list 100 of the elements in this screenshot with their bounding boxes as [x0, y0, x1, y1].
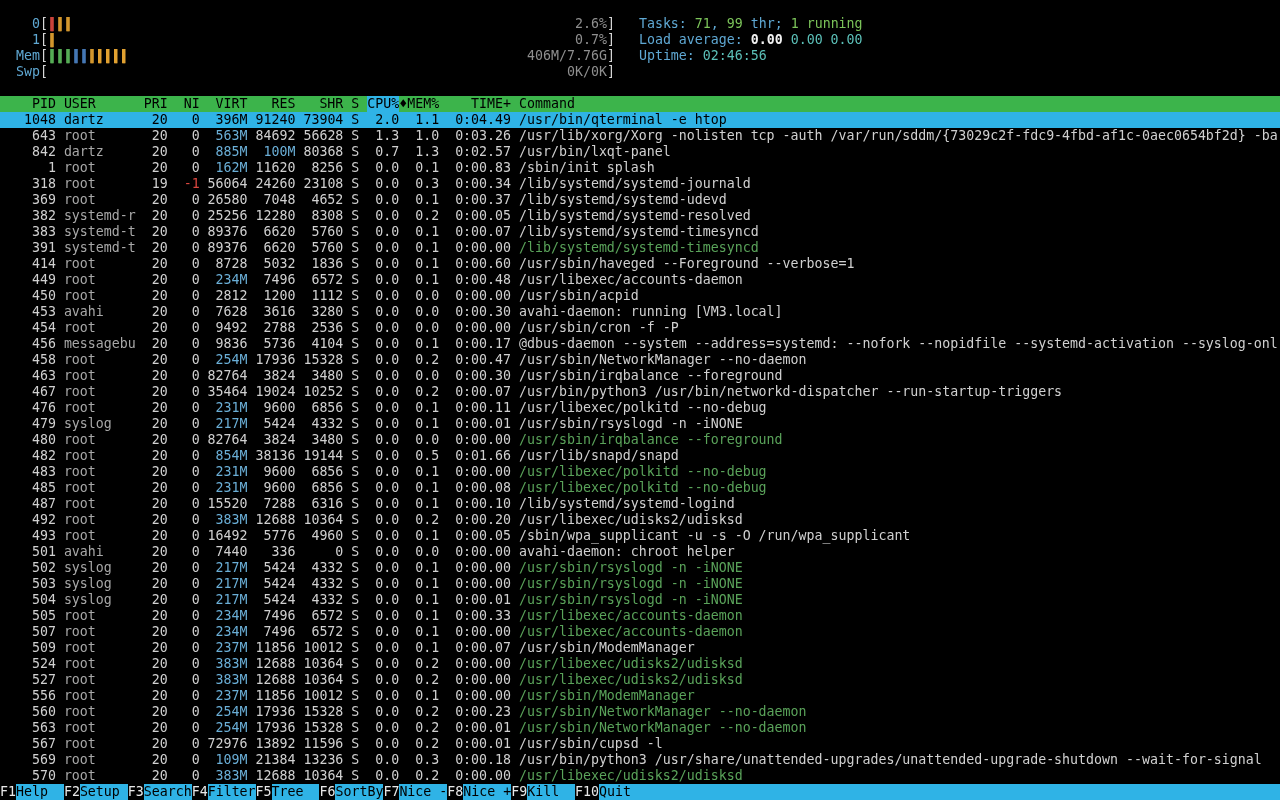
function-key[interactable]: F3Search — [127, 784, 192, 800]
column-header[interactable]: NI — [183, 96, 200, 112]
user-cell: systemd-t — [63, 240, 136, 256]
process-row[interactable]: 643 root 20 0 563M 84692 56628 S 1.3 1.0 0:03.26 /usr/lib/xorg/Xorg -nolisten tcp -auth /var/run/sddm/{73029c2f-fdc9-4fbd-af1c-0aec0654bf2d} -ba — [0, 128, 1280, 144]
function-key[interactable]: F4Filter — [191, 784, 256, 800]
process-row[interactable]: 454 root 20 0 9492 2788 2536 S 0.0 0.0 0:00.00 /usr/sbin/cron -f -P — [0, 320, 1280, 336]
virt-cell-text: 231M — [214, 400, 248, 416]
res-cell-text: 5424 — [262, 416, 296, 432]
column-header[interactable]: VIRT — [215, 96, 248, 112]
virt-cell-text: 383M — [214, 656, 248, 672]
process-row[interactable]: 507 root 20 0 234M 7496 6572 S 0.0 0.1 0:00.00 /usr/libexec/accounts-daemon — [0, 624, 1280, 640]
pid-cell-text: 458 — [30, 352, 56, 368]
process-row[interactable]: 449 root 20 0 234M 7496 6572 S 0.0 0.1 0:00.48 /usr/libexec/accounts-daemon — [0, 272, 1280, 288]
pri-cell-text: 20 — [150, 736, 168, 752]
process-row[interactable]: 570 root 20 0 383M 12688 10364 S 0.0 0.2 0:00.00 /usr/libexec/udisks2/udisksd — [0, 768, 1280, 784]
process-row[interactable]: 560 root 20 0 254M 17936 15328 S 0.0 0.2 0:00.23 /usr/sbin/NetworkManager --no-daemon — [0, 704, 1280, 720]
column-header[interactable]: PRI — [143, 96, 168, 112]
s-cell: S — [351, 720, 360, 736]
meter-value: 0K/0K — [567, 64, 607, 80]
process-row[interactable]: 502 syslog 20 0 217M 5424 4332 S 0.0 0.1 0:00.00 /usr/sbin/rsyslogd -n -iNONE — [0, 560, 1280, 576]
process-row[interactable]: 467 root 20 0 35464 19024 10252 S 0.0 0.2 0:00.07 /usr/bin/python3 /usr/bin/networkd-dispatcher --run-startup-triggers — [0, 384, 1280, 400]
s-cell: S — [351, 240, 360, 256]
s-cell: S — [351, 544, 360, 560]
process-row[interactable]: 476 root 20 0 231M 9600 6856 S 0.0 0.1 0:00.11 /usr/libexec/polkitd --no-debug — [0, 400, 1280, 416]
process-row[interactable]: 493 root 20 0 16492 5776 4960 S 0.0 0.1 0:00.05 /sbin/wpa_supplicant -u -s -O /run/wpa_supplicant — [0, 528, 1280, 544]
column-header[interactable]: MEM% — [407, 96, 440, 112]
function-key[interactable]: F5Tree — [255, 784, 320, 800]
process-row[interactable]: 483 root 20 0 231M 9600 6856 S 0.0 0.1 0:00.00 /usr/libexec/polkitd --no-debug — [0, 464, 1280, 480]
process-row[interactable]: 369 root 20 0 26580 7048 4652 S 0.0 0.1 0:00.37 /lib/systemd/systemd-udevd — [0, 192, 1280, 208]
process-row[interactable]: 567 root 20 0 72976 13892 11596 S 0.0 0.2 0:00.01 /usr/sbin/cupsd -l — [0, 736, 1280, 752]
mem-cell-text: 0.2 — [414, 512, 440, 528]
process-row[interactable]: 569 root 20 0 109M 21384 13236 S 0.0 0.3 0:00.18 /usr/bin/python3 /usr/share/unattended-upgrades/unattended-upgrade-shutdown --wait-for-signal — [0, 752, 1280, 768]
process-row[interactable]: 842 dartz 20 0 885M 100M 80368 S 0.7 1.3 0:02.57 /usr/bin/lxqt-panel — [0, 144, 1280, 160]
process-row[interactable]: 482 root 20 0 854M 38136 19144 S 0.0 0.5 0:01.66 /usr/lib/snapd/snapd — [0, 448, 1280, 464]
process-row[interactable]: 504 syslog 20 0 217M 5424 4332 S 0.0 0.1 0:00.01 /usr/sbin/rsyslogd -n -iNONE — [0, 592, 1280, 608]
virt-cell: 82764 — [207, 432, 248, 448]
process-row[interactable]: 453 avahi 20 0 7628 3616 3280 S 0.0 0.0 0:00.30 avahi-daemon: running [VM3.local] — [0, 304, 1280, 320]
process-row[interactable]: 456 messagebu 20 0 9836 5736 4104 S 0.0 0.1 0:00.17 @dbus-daemon --system --address=systemd: --nofork --nopidfile --systemd-activation --syslog-onl — [0, 336, 1280, 352]
mem-cell-text: 0.1 — [414, 240, 440, 256]
mem-cell-text: 0.1 — [414, 400, 440, 416]
column-header[interactable]: S — [351, 96, 360, 112]
command-cell: /usr/bin/python3 /usr/share/unattended-upgrades/unattended-upgrade-shutdown --wait-for-signal — [519, 752, 1262, 768]
process-row[interactable]: 556 root 20 0 237M 11856 10012 S 0.0 0.1 0:00.00 /usr/sbin/ModemManager — [0, 688, 1280, 704]
column-header[interactable]: CPU% — [367, 96, 400, 112]
time-cell-text: 0:00.17 — [454, 336, 512, 352]
process-row[interactable]: 382 systemd-r 20 0 25256 12280 8308 S 0.0 0.2 0:00.05 /lib/systemd/systemd-resolved — [0, 208, 1280, 224]
pid-cell-text: 476 — [30, 400, 56, 416]
process-row[interactable]: 450 root 20 0 2812 1200 1112 S 0.0 0.0 0:00.00 /usr/sbin/acpid — [0, 288, 1280, 304]
mem-cell-text: 0.0 — [414, 432, 440, 448]
process-row[interactable]: 492 root 20 0 383M 12688 10364 S 0.0 0.2 0:00.20 /usr/libexec/udisks2/udisksd — [0, 512, 1280, 528]
process-row[interactable]: 383 systemd-t 20 0 89376 6620 5760 S 0.0 0.1 0:00.07 /lib/systemd/systemd-timesyncd — [0, 224, 1280, 240]
column-header[interactable]: SHR — [319, 96, 344, 112]
process-row[interactable]: 509 root 20 0 237M 11856 10012 S 0.0 0.1 0:00.07 /usr/sbin/ModemManager — [0, 640, 1280, 656]
process-row[interactable]: 391 systemd-t 20 0 89376 6620 5760 S 0.0 0.1 0:00.00 /lib/systemd/systemd-timesyncd — [0, 240, 1280, 256]
process-row[interactable]: 485 root 20 0 231M 9600 6856 S 0.0 0.1 0:00.08 /usr/libexec/polkitd --no-debug — [0, 480, 1280, 496]
function-key[interactable]: F8Nice + — [447, 784, 512, 800]
shr-cell-text: 1112 — [310, 288, 344, 304]
process-row[interactable]: 414 root 20 0 8728 5032 1836 S 0.0 0.1 0:00.60 /usr/sbin/haveged --Foreground --verbose=1 — [0, 256, 1280, 272]
user-cell-text: root — [63, 640, 97, 656]
res-cell-text: 5424 — [262, 592, 296, 608]
s-cell: S — [351, 336, 360, 352]
pri-cell-text: 20 — [150, 512, 168, 528]
pid-cell-text: 483 — [30, 464, 56, 480]
process-row[interactable]: 524 root 20 0 383M 12688 10364 S 0.0 0.2 0:00.00 /usr/libexec/udisks2/udisksd — [0, 656, 1280, 672]
ni-cell-text: 0 — [190, 304, 200, 320]
meter-label: 0 — [30, 16, 40, 32]
process-row[interactable]: 527 root 20 0 383M 12688 10364 S 0.0 0.2 0:00.00 /usr/libexec/udisks2/udisksd — [0, 672, 1280, 688]
shr-cell: 10012 — [303, 688, 344, 704]
mem-cell-text: 0.3 — [414, 752, 440, 768]
column-header[interactable]: Command — [519, 96, 575, 112]
pri-cell-text: 20 — [150, 752, 168, 768]
column-header[interactable]: PID — [31, 96, 56, 112]
function-key[interactable]: F9Kill — [511, 784, 576, 800]
process-row[interactable]: 463 root 20 0 82764 3824 3480 S 0.0 0.0 0:00.30 /usr/sbin/irqbalance --foreground — [0, 368, 1280, 384]
process-row[interactable]: 505 root 20 0 234M 7496 6572 S 0.0 0.1 0:00.33 /usr/libexec/accounts-daemon — [0, 608, 1280, 624]
process-row[interactable]: 479 syslog 20 0 217M 5424 4332 S 0.0 0.1 0:00.01 /usr/sbin/rsyslogd -n -iNONE — [0, 416, 1280, 432]
process-row[interactable]: 1048 dartz 20 0 396M 91240 73904 S 2.0 1.1 0:04.49 /usr/bin/qterminal -e htop — [0, 112, 1280, 128]
column-header[interactable]: TIME+ — [471, 96, 512, 112]
process-row[interactable]: 1 root 20 0 162M 11620 8256 S 0.0 0.1 0:00.83 /sbin/init splash — [0, 160, 1280, 176]
process-row[interactable]: 318 root 19 -1 56064 24260 23108 S 0.0 0.3 0:00.34 /lib/systemd/systemd-journald — [0, 176, 1280, 192]
function-key[interactable]: F2Setup — [63, 784, 128, 800]
pri-cell-text: 20 — [150, 352, 168, 368]
function-key[interactable]: F1Help — [0, 784, 64, 800]
cpu-cell-text: 0.0 — [374, 656, 400, 672]
pri-cell-text: 20 — [150, 432, 168, 448]
process-row[interactable]: 458 root 20 0 254M 17936 15328 S 0.0 0.2 0:00.47 /usr/sbin/NetworkManager --no-daemon — [0, 352, 1280, 368]
process-row[interactable]: 480 root 20 0 82764 3824 3480 S 0.0 0.0 0:00.00 /usr/sbin/irqbalance --foreground — [0, 432, 1280, 448]
function-key[interactable]: F6SortBy — [319, 784, 384, 800]
process-row[interactable]: 487 root 20 0 15520 7288 6316 S 0.0 0.1 0:00.10 /lib/systemd/systemd-logind — [0, 496, 1280, 512]
pri-cell-text: 20 — [150, 640, 168, 656]
column-header[interactable]: RES — [271, 96, 296, 112]
mem-cell-text: 1.0 — [414, 128, 440, 144]
virt-cell-text: 885M — [214, 144, 248, 160]
shr-cell: 13236 — [303, 752, 344, 768]
process-row[interactable]: 563 root 20 0 254M 17936 15328 S 0.0 0.2 0:00.01 /usr/sbin/NetworkManager --no-daemon — [0, 720, 1280, 736]
function-key[interactable]: F7Nice - — [383, 784, 448, 800]
process-row[interactable]: 503 syslog 20 0 217M 5424 4332 S 0.0 0.1 0:00.00 /usr/sbin/rsyslogd -n -iNONE — [0, 576, 1280, 592]
res-cell: 21384 — [255, 752, 296, 768]
process-row[interactable]: 501 avahi 20 0 7440 336 0 S 0.0 0.0 0:00.00 avahi-daemon: chroot helper — [0, 544, 1280, 560]
column-header[interactable]: USER — [63, 96, 96, 112]
